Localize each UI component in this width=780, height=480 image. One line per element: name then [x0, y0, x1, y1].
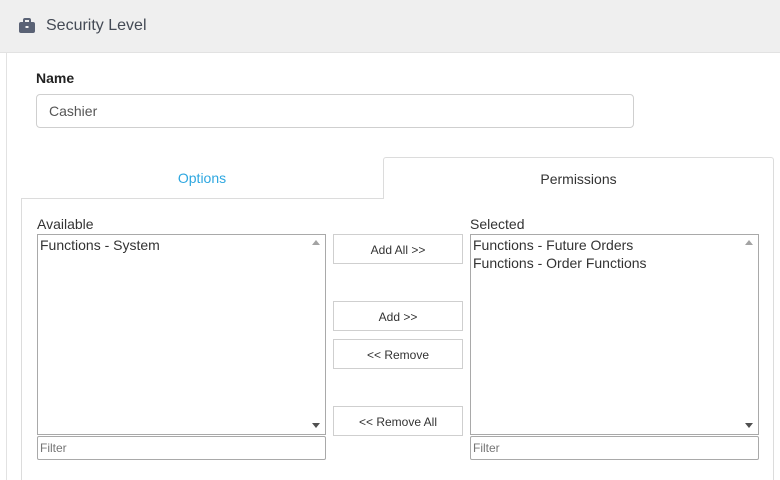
name-label: Name — [36, 70, 75, 86]
scroll-up-icon[interactable] — [745, 240, 753, 245]
add-button[interactable]: Add >> — [333, 301, 463, 331]
selected-filter-input[interactable] — [470, 436, 759, 460]
available-filter-input[interactable] — [37, 436, 326, 460]
selected-scrollbar[interactable] — [741, 235, 758, 434]
available-listbox[interactable]: Functions - System — [37, 234, 326, 435]
tab-permissions-label: Permissions — [540, 171, 617, 187]
page-title: Security Level — [46, 17, 147, 34]
list-item[interactable]: Functions - Order Functions — [473, 254, 740, 272]
selected-label: Selected — [470, 216, 525, 232]
scroll-up-icon[interactable] — [312, 240, 320, 245]
list-item[interactable]: Functions - System — [40, 236, 307, 254]
name-input[interactable] — [36, 94, 634, 128]
tab-options[interactable]: Options — [21, 157, 383, 199]
available-scrollbar[interactable] — [308, 235, 325, 434]
remove-all-button[interactable]: << Remove All — [333, 406, 463, 436]
add-all-button[interactable]: Add All >> — [333, 234, 463, 264]
tab-permissions[interactable]: Permissions — [383, 157, 774, 199]
selected-items: Functions - Future Orders Functions - Ord… — [473, 236, 740, 272]
list-item[interactable]: Functions - Future Orders — [473, 236, 740, 254]
remove-button[interactable]: << Remove — [333, 339, 463, 369]
available-items: Functions - System — [40, 236, 307, 254]
briefcase-icon — [18, 18, 36, 34]
scroll-down-icon[interactable] — [312, 423, 320, 428]
page-header: Security Level — [0, 0, 780, 53]
available-label: Available — [37, 216, 94, 232]
tab-options-label: Options — [177, 170, 227, 186]
selected-listbox[interactable]: Functions - Future Orders Functions - Ord… — [470, 234, 759, 435]
scroll-down-icon[interactable] — [745, 423, 753, 428]
